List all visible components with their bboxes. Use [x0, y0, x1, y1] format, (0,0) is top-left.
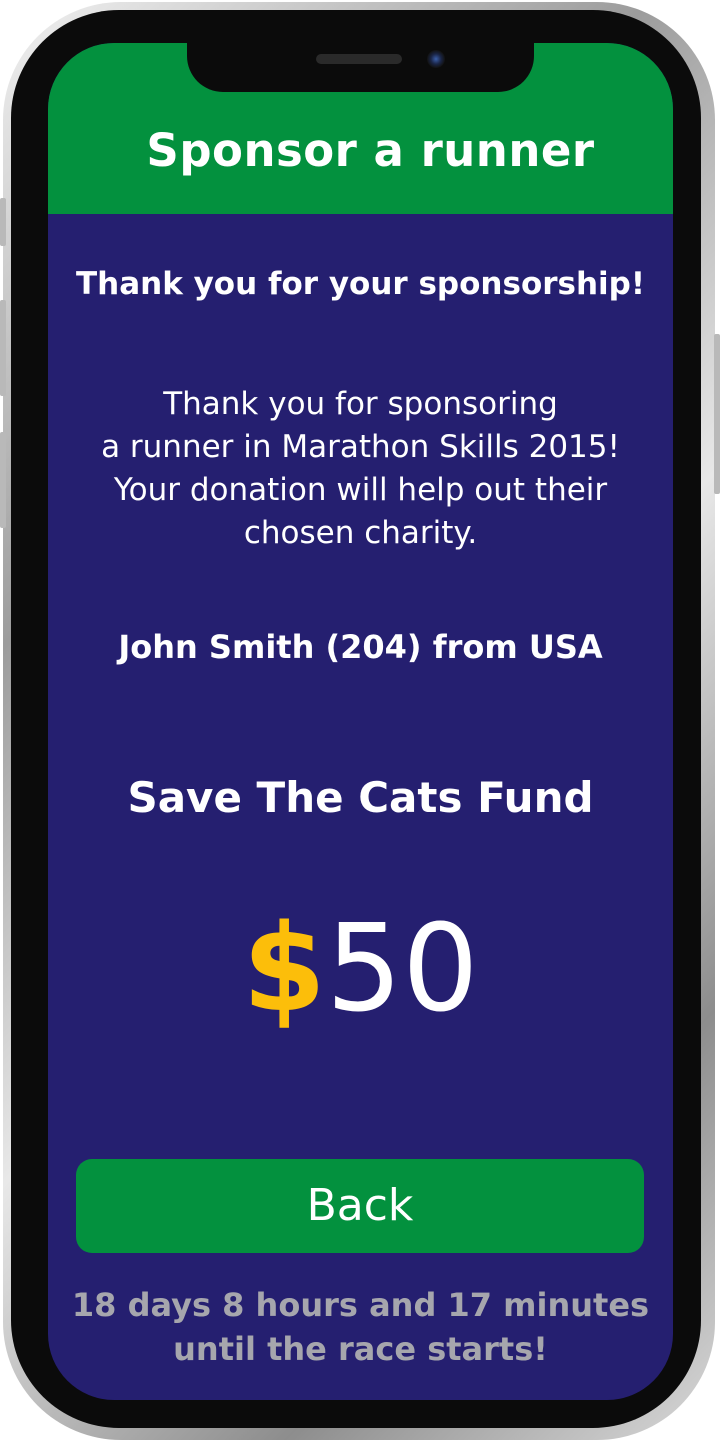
volume-up-button — [0, 300, 6, 396]
power-button — [714, 334, 720, 494]
back-button[interactable]: Back — [76, 1159, 644, 1253]
speaker-grille — [316, 54, 402, 64]
charity-name: Save The Cats Fund — [127, 773, 594, 822]
volume-down-button — [0, 432, 6, 528]
front-camera — [427, 50, 445, 68]
race-countdown: 18 days 8 hours and 17 minutes until the… — [71, 1286, 650, 1368]
currency-symbol: $ — [242, 900, 326, 1039]
confirmation-heading: Thank you for your sponsorship! — [75, 266, 646, 302]
page-title: Sponsor a runner — [146, 124, 595, 177]
amount-value: 50 — [325, 900, 479, 1039]
confirmation-message: Thank you for sponsoring a runner in Mar… — [101, 386, 620, 551]
runner-info: John Smith (204) from USA — [118, 628, 603, 666]
donation-amount: $50 — [48, 895, 673, 1045]
mute-switch — [0, 198, 6, 246]
phone-notch — [187, 40, 534, 92]
